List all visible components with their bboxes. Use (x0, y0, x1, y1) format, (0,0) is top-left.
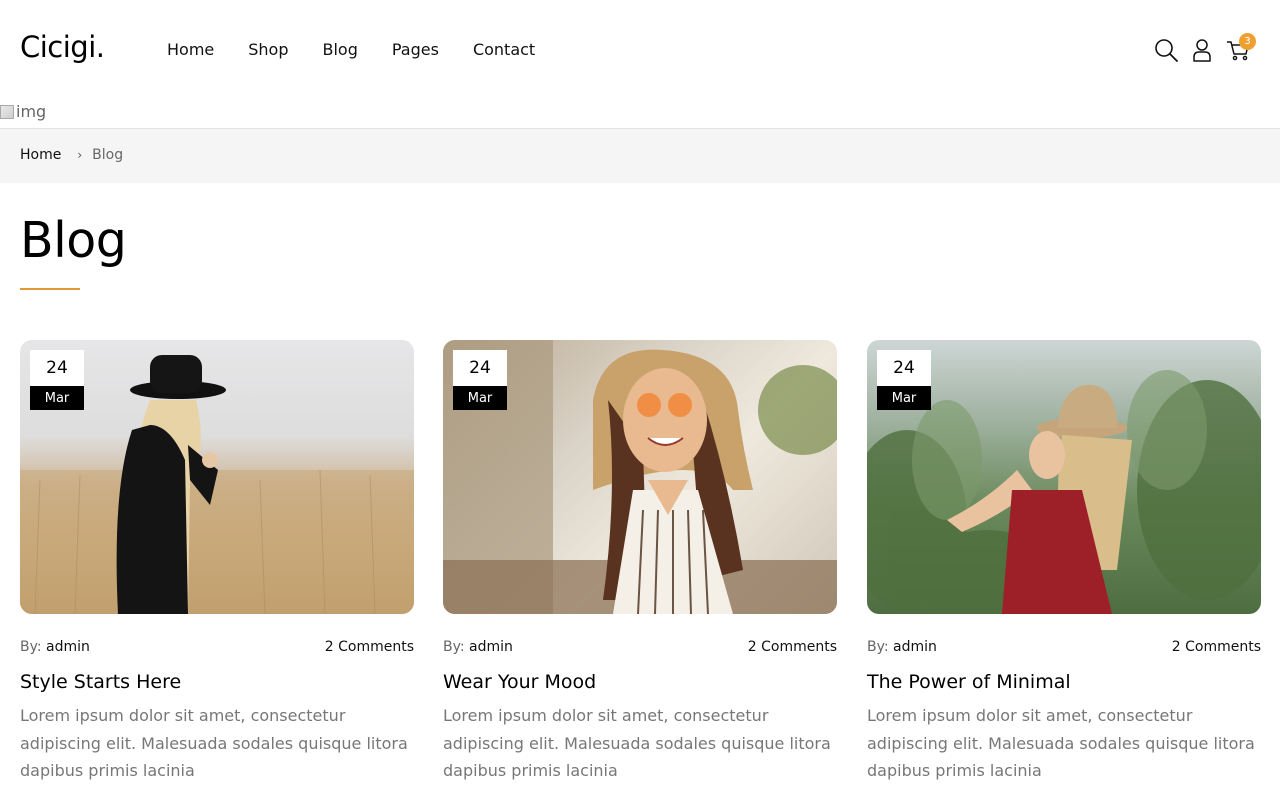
site-header: Cicigi. Home Shop Blog Pages Contact 3 (0, 0, 1280, 100)
blog-card: 24 Mar By: admin 2 Comments Wear Your Mo… (443, 340, 837, 780)
nav-home[interactable]: Home (167, 40, 214, 59)
blog-card: 24 Mar By: admin 2 Comments The Power of… (867, 340, 1261, 780)
date-month: Mar (877, 386, 931, 410)
date-badge: 24 Mar (30, 350, 84, 410)
cart-icon[interactable]: 3 (1225, 33, 1256, 64)
date-day: 24 (453, 350, 507, 386)
post-comments[interactable]: 2 Comments (325, 639, 414, 655)
post-title[interactable]: Style Starts Here (20, 671, 181, 693)
post-author[interactable]: admin (893, 639, 937, 655)
broken-image-icon (0, 104, 14, 119)
header-icons: 3 (1153, 33, 1256, 64)
post-excerpt: Lorem ipsum dolor sit amet, consectetur … (20, 706, 408, 780)
nav-blog[interactable]: Blog (323, 40, 358, 59)
blog-card-image[interactable]: 24 Mar (20, 340, 414, 614)
date-badge: 24 Mar (453, 350, 507, 410)
by-label: By: (867, 639, 889, 655)
breadcrumb-current: Blog (92, 147, 124, 163)
date-day: 24 (30, 350, 84, 386)
by-label: By: (443, 639, 465, 655)
nav-contact[interactable]: Contact (473, 40, 535, 59)
broken-image-alt: img (16, 102, 47, 121)
post-comments[interactable]: 2 Comments (1172, 639, 1261, 655)
post-meta: By: admin 2 Comments (867, 639, 1261, 655)
post-comments[interactable]: 2 Comments (748, 639, 837, 655)
post-author-line: By: admin (867, 639, 937, 655)
date-month: Mar (453, 386, 507, 410)
post-author[interactable]: admin (469, 639, 513, 655)
breadcrumb-bar: Home › Blog (0, 128, 1280, 183)
post-meta: By: admin 2 Comments (20, 639, 414, 655)
date-day: 24 (877, 350, 931, 386)
post-excerpt: Lorem ipsum dolor sit amet, consectetur … (443, 706, 831, 780)
blog-card-image[interactable]: 24 Mar (867, 340, 1261, 614)
title-underline (20, 288, 80, 290)
date-badge: 24 Mar (877, 350, 931, 410)
site-logo[interactable]: Cicigi. (20, 30, 105, 64)
post-excerpt: Lorem ipsum dolor sit amet, consectetur … (867, 706, 1255, 780)
post-author[interactable]: admin (46, 639, 90, 655)
breadcrumb: Home › Blog (20, 147, 123, 163)
by-label: By: (20, 639, 42, 655)
nav-shop[interactable]: Shop (248, 40, 288, 59)
post-meta: By: admin 2 Comments (443, 639, 837, 655)
chevron-right-icon: › (77, 148, 83, 162)
post-title[interactable]: Wear Your Mood (443, 671, 596, 693)
cart-count-badge: 3 (1239, 33, 1256, 50)
date-month: Mar (30, 386, 84, 410)
breadcrumb-home[interactable]: Home (20, 147, 61, 163)
post-author-line: By: admin (20, 639, 90, 655)
page-title: Blog (20, 212, 127, 269)
broken-image: img (0, 102, 46, 121)
user-icon[interactable] (1189, 36, 1215, 64)
post-author-line: By: admin (443, 639, 513, 655)
post-title[interactable]: The Power of Minimal (867, 671, 1071, 693)
nav-pages[interactable]: Pages (392, 40, 439, 59)
main-nav: Home Shop Blog Pages Contact (167, 40, 569, 59)
blog-card: 24 Mar By: admin 2 Comments Style Starts… (20, 340, 414, 780)
search-icon[interactable] (1153, 36, 1179, 64)
blog-card-image[interactable]: 24 Mar (443, 340, 837, 614)
